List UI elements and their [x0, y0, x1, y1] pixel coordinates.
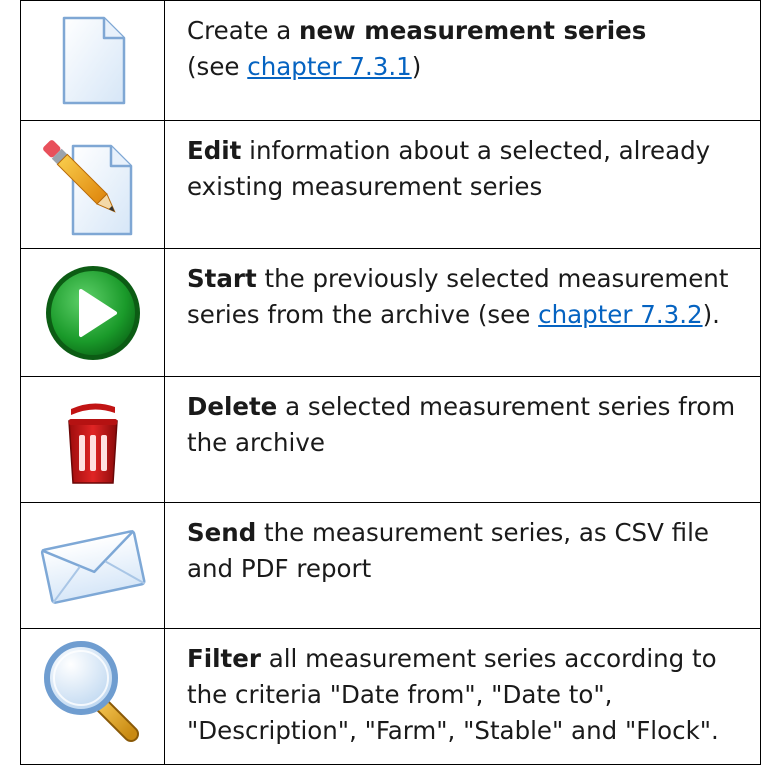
bold-keyword: Delete: [187, 392, 278, 421]
table-row-start: Start the previously selected measuremen…: [20, 248, 761, 377]
table-row-delete: Delete a selected measurement series fro…: [20, 376, 761, 503]
description-text: the measurement series, as CSV file and …: [187, 518, 709, 583]
description-cell: Filter all measurement series according …: [164, 628, 761, 765]
play-icon: [45, 265, 140, 360]
icon-cell: [20, 120, 165, 249]
description-cell: Send the measurement series, as CSV file…: [164, 502, 761, 629]
table-row-edit: Edit information about a selected, alrea…: [20, 120, 761, 249]
description-text: information about a selected, already ex…: [187, 136, 711, 201]
icon-legend-table: Create a new measurement series (see chap…: [20, 0, 761, 765]
bold-keyword: Edit: [187, 136, 242, 165]
bold-keyword: Filter: [187, 644, 261, 673]
description-cell: Create a new measurement series (see chap…: [164, 0, 761, 121]
trash-icon: [67, 402, 118, 484]
chapter-link[interactable]: chapter 7.3.2: [538, 300, 702, 329]
description-cell: Delete a selected measurement series fro…: [164, 376, 761, 503]
icon-cell: [20, 376, 165, 503]
table-row-new: Create a new measurement series (see chap…: [20, 0, 761, 121]
description-text: ): [411, 52, 422, 81]
description-text: all measurement series according to the …: [187, 644, 719, 745]
table-row-filter: Filter all measurement series according …: [20, 628, 761, 765]
description-cell: Edit information about a selected, alrea…: [164, 120, 761, 249]
magnifier-icon: [43, 641, 139, 743]
description-text: (see: [187, 52, 248, 81]
bold-keyword: new measurement series: [299, 16, 647, 45]
bold-keyword: Send: [187, 518, 257, 547]
description-text: Create a: [187, 16, 299, 45]
description-text: ).: [702, 300, 720, 329]
chapter-link[interactable]: chapter 7.3.1: [247, 52, 411, 81]
bold-keyword: Start: [187, 264, 257, 293]
envelope-icon: [40, 529, 145, 604]
icon-cell: [20, 0, 165, 121]
description-cell: Start the previously selected measuremen…: [164, 248, 761, 377]
icon-cell: [20, 502, 165, 629]
icon-cell: [20, 248, 165, 377]
edit-document-icon: [42, 139, 132, 235]
icon-cell: [20, 628, 165, 765]
new-document-icon: [62, 16, 125, 104]
table-row-send: Send the measurement series, as CSV file…: [20, 502, 761, 629]
